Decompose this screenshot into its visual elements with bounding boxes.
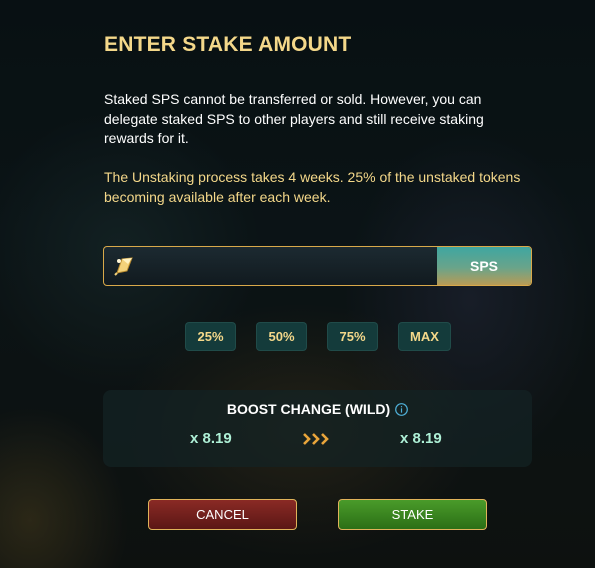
boost-change-panel: BOOST CHANGE (WILD) x 8.19 x 8.19: [103, 390, 532, 467]
info-icon[interactable]: [395, 403, 409, 416]
dialog-title: ENTER STAKE AMOUNT: [104, 33, 352, 56]
stake-dialog: ENTER STAKE AMOUNT Staked SPS cannot be …: [0, 0, 595, 568]
stake-amount-box: SPS: [103, 246, 532, 286]
staking-description: Staked SPS cannot be transferred or sold…: [104, 91, 484, 146]
cancel-button[interactable]: CANCEL: [148, 499, 297, 530]
stake-button[interactable]: STAKE: [338, 499, 487, 530]
boost-current-value: x 8.19: [190, 430, 232, 447]
boost-title-row: BOOST CHANGE (WILD): [103, 401, 532, 417]
unstaking-warning: The Unstaking process takes 4 weeks. 25%…: [104, 169, 521, 205]
sps-unit-badge: SPS: [437, 247, 531, 285]
boost-new-value: x 8.19: [400, 430, 442, 447]
percent-75-button[interactable]: 75%: [327, 322, 378, 351]
boost-title: BOOST CHANGE (WILD): [226, 401, 391, 417]
percent-50-button[interactable]: 50%: [256, 322, 307, 351]
sps-token-icon: [114, 257, 133, 276]
max-button[interactable]: MAX: [398, 322, 451, 351]
triple-chevron-right-icon: [303, 433, 329, 445]
percent-25-button[interactable]: 25%: [185, 322, 236, 351]
